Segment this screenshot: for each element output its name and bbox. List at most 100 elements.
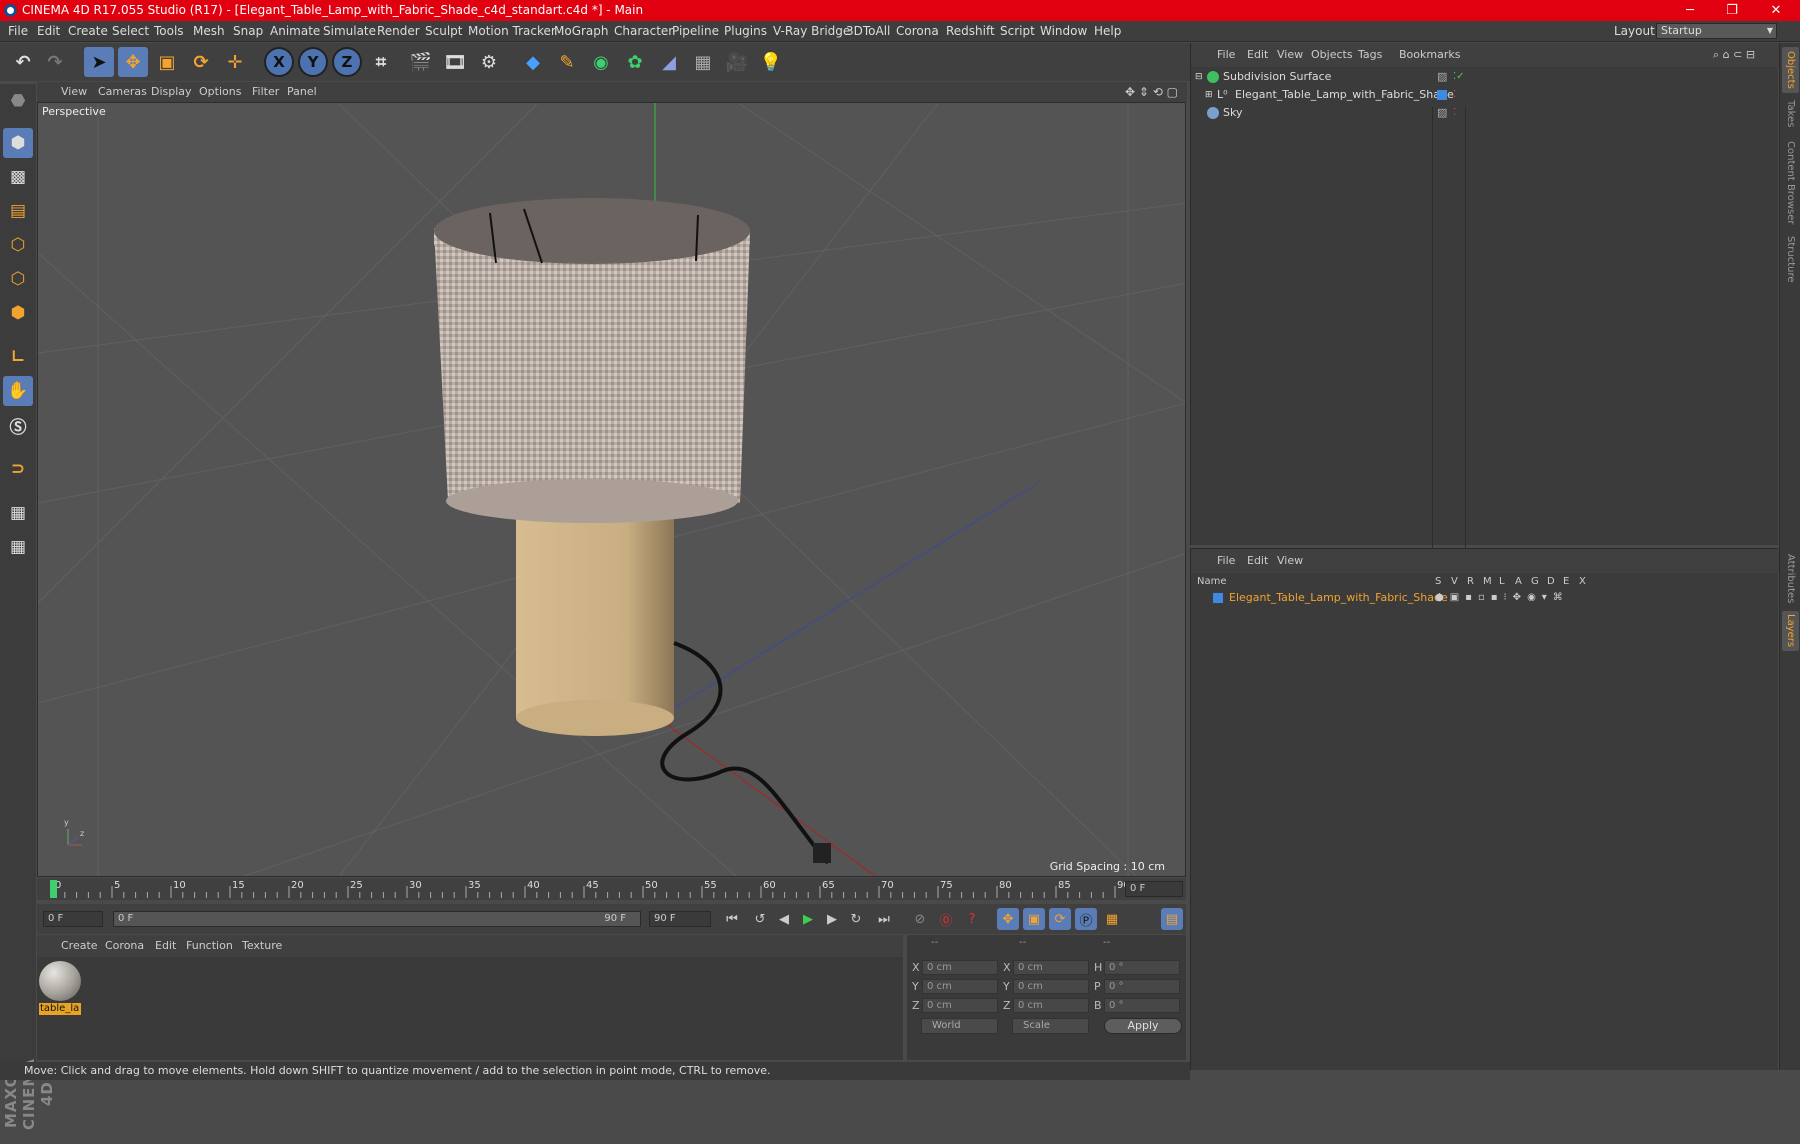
layer-col-l[interactable]: L bbox=[1499, 575, 1505, 589]
workplane-lock-icon[interactable]: ▦ bbox=[3, 498, 33, 528]
menu-window[interactable]: Window bbox=[1040, 21, 1087, 42]
next-frame-icon[interactable]: ▶ bbox=[821, 908, 843, 930]
layer-tag-icon[interactable]: ▨ bbox=[1437, 104, 1447, 122]
next-key-icon[interactable]: ↻ bbox=[845, 908, 867, 930]
visibility-dots[interactable]: ⁚✓ bbox=[1453, 68, 1465, 86]
object-menu-tags[interactable]: Tags bbox=[1358, 43, 1382, 67]
position-x-field[interactable]: 0 cm bbox=[922, 960, 998, 975]
polygons-mode-icon[interactable]: ⬢ bbox=[3, 298, 33, 328]
layer-toggle-icons[interactable]: ●▣▪▫▪⁝✥◉▾⌘ bbox=[1435, 590, 1569, 606]
subdivision-generator-icon[interactable]: ◉ bbox=[586, 47, 616, 77]
tab-attributes[interactable]: Attributes bbox=[1782, 551, 1799, 607]
object-row-sky[interactable]: Sky ▨ ⁚ bbox=[1191, 104, 1779, 122]
timeline-ruler[interactable]: 051015202530354045505560657075808590 0 F bbox=[37, 878, 1186, 900]
menu-character[interactable]: Character bbox=[614, 21, 673, 42]
preview-range-slider[interactable]: 0 F 90 F bbox=[113, 911, 641, 927]
object-menu-edit[interactable]: Edit bbox=[1247, 43, 1268, 67]
menu-file[interactable]: File bbox=[8, 21, 28, 42]
x-axis-lock-icon[interactable]: X bbox=[264, 47, 294, 77]
viewport-menu-filter[interactable]: Filter bbox=[252, 82, 279, 102]
layer-menu-edit[interactable]: Edit bbox=[1247, 549, 1268, 573]
visibility-dots[interactable]: ⁚ bbox=[1453, 86, 1456, 104]
key-parameter-icon[interactable]: Ⓟ bbox=[1075, 908, 1097, 930]
menu-mesh[interactable]: Mesh bbox=[193, 21, 225, 42]
layer-col-g[interactable]: G bbox=[1531, 575, 1539, 589]
material-menu-texture[interactable]: Texture bbox=[242, 935, 282, 957]
viewport-menu-options[interactable]: Options bbox=[199, 82, 241, 102]
material-menu-function[interactable]: Function bbox=[186, 935, 233, 957]
tab-takes[interactable]: Takes bbox=[1782, 97, 1799, 131]
position-z-field[interactable]: 0 cm bbox=[922, 998, 998, 1013]
playhead[interactable] bbox=[50, 880, 57, 898]
key-pla-icon[interactable]: ▦ bbox=[1101, 908, 1123, 930]
layer-col-e[interactable]: E bbox=[1563, 575, 1569, 589]
position-y-field[interactable]: 0 cm bbox=[922, 979, 998, 994]
key-position-icon[interactable]: ✥ bbox=[997, 908, 1019, 930]
material-swatch[interactable]: table_la bbox=[39, 961, 81, 1015]
y-axis-lock-icon[interactable]: Y bbox=[298, 47, 328, 77]
previous-frame-icon[interactable]: ◀ bbox=[773, 908, 795, 930]
snapping-icon[interactable]: Ⓢ bbox=[3, 410, 33, 440]
edges-mode-icon[interactable]: ⬡ bbox=[3, 264, 33, 294]
menu-animate[interactable]: Animate bbox=[270, 21, 320, 42]
play-icon[interactable]: ▶ bbox=[797, 908, 819, 930]
workplane-mode-icon[interactable]: ▤ bbox=[3, 196, 33, 226]
z-axis-lock-icon[interactable]: Z bbox=[332, 47, 362, 77]
mograph-cloner-icon[interactable]: ✿ bbox=[620, 47, 650, 77]
menu-corona[interactable]: Corona bbox=[896, 21, 939, 42]
deformer-icon[interactable]: ◢ bbox=[654, 47, 684, 77]
menu-script[interactable]: Script bbox=[1000, 21, 1035, 42]
layer-col-x[interactable]: X bbox=[1579, 575, 1586, 589]
menu-vray-bridge[interactable]: V-Ray Bridge bbox=[773, 21, 850, 42]
rotation-h-field[interactable]: 0 ° bbox=[1104, 960, 1180, 975]
render-picture-viewer-icon[interactable]: 🎞 bbox=[440, 47, 470, 77]
menu-snap[interactable]: Snap bbox=[233, 21, 263, 42]
viewport-menu-panel[interactable]: Panel bbox=[287, 82, 317, 102]
move-tool-icon[interactable]: ✥ bbox=[118, 47, 148, 77]
autokey-icon[interactable]: ⓪ bbox=[935, 908, 957, 930]
size-z-field[interactable]: 0 cm bbox=[1013, 998, 1089, 1013]
layer-menu-file[interactable]: File bbox=[1217, 549, 1235, 573]
layer-col-d[interactable]: D bbox=[1547, 575, 1555, 589]
layer-row[interactable]: Elegant_Table_Lamp_with_Fabric_Shade ●▣▪… bbox=[1191, 590, 1779, 606]
texture-mode-icon[interactable]: ▩ bbox=[3, 162, 33, 192]
material-menu-corona[interactable]: Corona bbox=[105, 935, 144, 957]
tab-structure[interactable]: Structure bbox=[1782, 233, 1799, 285]
goto-start-icon[interactable]: ⏮ bbox=[721, 908, 743, 930]
recent-tool-icon[interactable]: ✛ bbox=[220, 47, 250, 77]
visibility-dots[interactable]: ⁚ bbox=[1453, 104, 1456, 122]
layer-col-m[interactable]: M bbox=[1483, 575, 1492, 589]
rotation-p-field[interactable]: 0 ° bbox=[1104, 979, 1180, 994]
material-menu-edit[interactable]: Edit bbox=[155, 935, 176, 957]
redo-icon[interactable]: ↷ bbox=[40, 47, 70, 77]
render-view-icon[interactable]: 🎬 bbox=[406, 47, 436, 77]
viewport-navigate-icons[interactable]: ✥ ⇕ ⟲ ▢ bbox=[1125, 82, 1178, 102]
rotation-b-field[interactable]: 0 ° bbox=[1104, 998, 1180, 1013]
timeline-window-icon[interactable]: ▤ bbox=[1161, 908, 1183, 930]
object-menu-file[interactable]: File bbox=[1217, 43, 1235, 67]
perspective-viewport[interactable]: y z Perspective Grid Spacing : 10 cm bbox=[37, 102, 1186, 877]
spline-pen-icon[interactable]: ✎ bbox=[552, 47, 582, 77]
layer-color-swatch[interactable] bbox=[1213, 593, 1223, 603]
camera-icon[interactable]: 🎥 bbox=[722, 47, 752, 77]
scale-tool-icon[interactable]: ▣ bbox=[152, 47, 182, 77]
object-menu-view[interactable]: View bbox=[1277, 43, 1303, 67]
end-frame-field[interactable]: 90 F bbox=[649, 911, 711, 927]
keyframe-selection-icon[interactable]: ? bbox=[961, 908, 983, 930]
menu-plugins[interactable]: Plugins bbox=[724, 21, 767, 42]
menu-simulate[interactable]: Simulate bbox=[323, 21, 376, 42]
layout-dropdown[interactable]: Startup bbox=[1656, 23, 1777, 39]
power-plug[interactable] bbox=[813, 843, 831, 863]
menu-redshift[interactable]: Redshift bbox=[946, 21, 995, 42]
close-button[interactable]: ✕ bbox=[1756, 0, 1796, 21]
power-cord[interactable] bbox=[660, 641, 830, 865]
material-menu-create[interactable]: Create bbox=[61, 935, 98, 957]
viewport-menu-display[interactable]: Display bbox=[151, 82, 192, 102]
grid-snap-icon[interactable]: ▦ bbox=[3, 532, 33, 562]
layer-color-icon[interactable] bbox=[1437, 90, 1447, 100]
layer-col-name[interactable]: Name bbox=[1197, 575, 1227, 589]
model-mode-icon[interactable]: ⬢ bbox=[3, 128, 33, 158]
tweak-mode-icon[interactable]: ✋ bbox=[3, 376, 33, 406]
object-manager-search-icons[interactable]: ⌕ ⌂ ⊂ ⊟ bbox=[1713, 43, 1755, 67]
coordinate-system-icon[interactable]: ⌗ bbox=[366, 47, 396, 77]
